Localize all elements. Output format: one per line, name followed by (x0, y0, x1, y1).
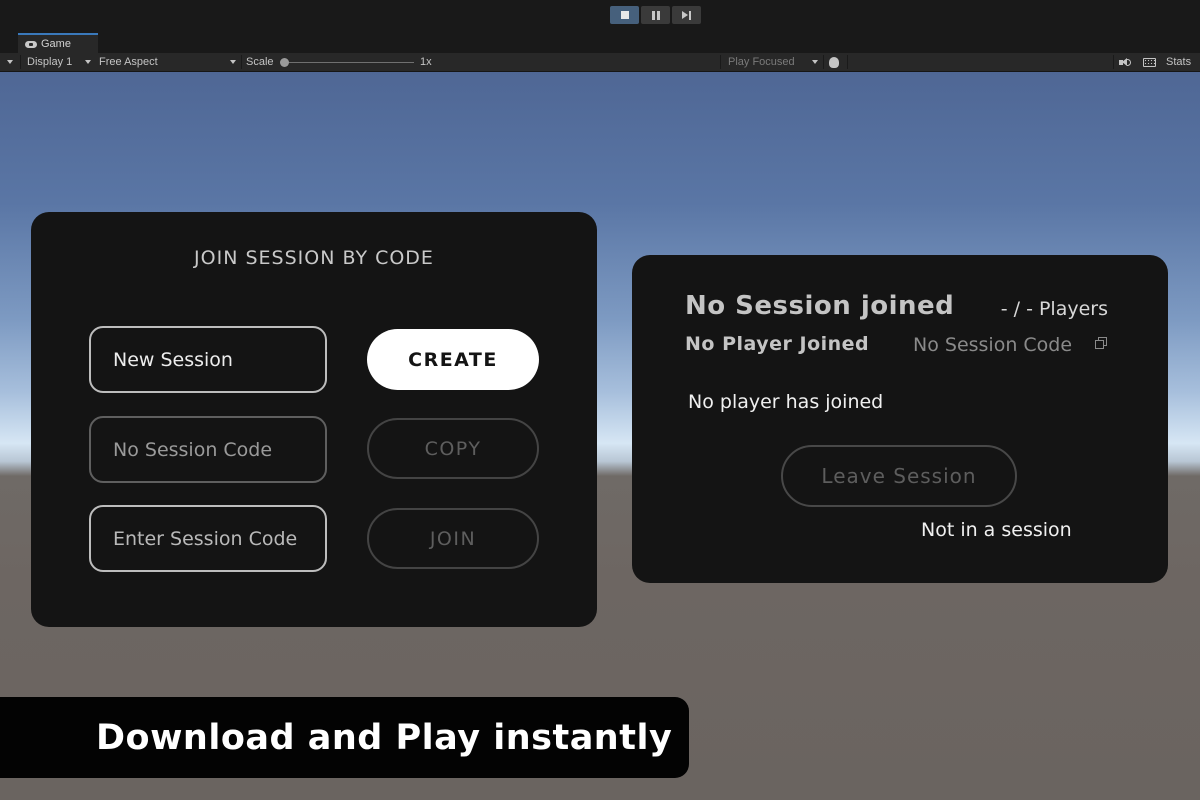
scale-value: 1x (420, 56, 432, 68)
create-button[interactable]: CREATE (367, 329, 539, 390)
play-bar (0, 0, 1200, 31)
aspect-dropdown[interactable]: Free Aspect (99, 53, 158, 71)
step-button[interactable] (672, 6, 701, 24)
leave-session-button[interactable]: Leave Session (781, 445, 1017, 507)
step-forward-icon (682, 10, 691, 20)
game-toolbar: Display 1 Free Aspect Scale 1x Play Focu… (0, 53, 1200, 72)
players-count: - / - Players (1000, 298, 1108, 320)
tab-game[interactable]: Game (18, 33, 98, 53)
stop-button[interactable] (610, 6, 639, 24)
session-code-display[interactable]: No Session Code (89, 416, 327, 483)
toolbar-menu-dropdown[interactable] (7, 53, 13, 71)
session-info-panel: No Session joined - / - Players No Playe… (632, 255, 1168, 583)
scale-label: Scale (246, 56, 274, 68)
tab-game-label: Game (41, 38, 71, 50)
pause-icon (651, 10, 660, 20)
speaker-icon[interactable] (1119, 58, 1131, 67)
chevron-down-icon (230, 60, 236, 64)
enter-session-code-input[interactable]: Enter Session Code (89, 505, 327, 572)
bug-icon[interactable] (829, 57, 839, 68)
keyboard-icon[interactable] (1143, 58, 1156, 67)
pause-button[interactable] (641, 6, 670, 24)
game-viewport: JOIN SESSION BY CODE New Session CREATE … (0, 72, 1200, 800)
session-title: No Session joined (685, 291, 955, 321)
stop-square-icon (620, 11, 629, 19)
display-label: Display 1 (27, 56, 73, 68)
display-dropdown-caret[interactable] (85, 53, 91, 71)
play-focused-label: Play Focused (728, 56, 795, 68)
aspect-label: Free Aspect (99, 56, 158, 68)
scale-slider-handle[interactable] (280, 58, 289, 67)
chevron-down-icon (7, 60, 13, 64)
player-joined-label: No Player Joined (685, 333, 870, 355)
join-session-panel: JOIN SESSION BY CODE New Session CREATE … (31, 212, 597, 627)
tab-row: Game (0, 31, 1200, 53)
join-panel-title: JOIN SESSION BY CODE (194, 247, 434, 269)
session-code-label: No Session Code (913, 334, 1073, 356)
gamepad-icon (25, 40, 37, 48)
stats-label: Stats (1166, 56, 1192, 68)
aspect-dropdown-caret[interactable] (230, 53, 236, 71)
promo-banner: Download and Play instantly (0, 697, 689, 778)
scale-slider-track[interactable] (284, 62, 414, 63)
copy-icon[interactable] (1095, 337, 1108, 350)
display-dropdown[interactable]: Display 1 (27, 53, 72, 71)
session-name-input[interactable]: New Session (89, 326, 327, 393)
chevron-down-icon (85, 60, 91, 64)
player-list-empty: No player has joined (688, 391, 884, 413)
play-focused-dropdown[interactable]: Play Focused (728, 53, 795, 71)
stats-button[interactable]: Stats (1166, 53, 1191, 71)
play-controls (610, 6, 701, 25)
chevron-down-icon (812, 60, 818, 64)
session-status: Not in a session (921, 519, 1072, 541)
play-focused-caret[interactable] (812, 53, 818, 71)
copy-button[interactable]: COPY (367, 418, 539, 479)
join-button[interactable]: JOIN (367, 508, 539, 569)
